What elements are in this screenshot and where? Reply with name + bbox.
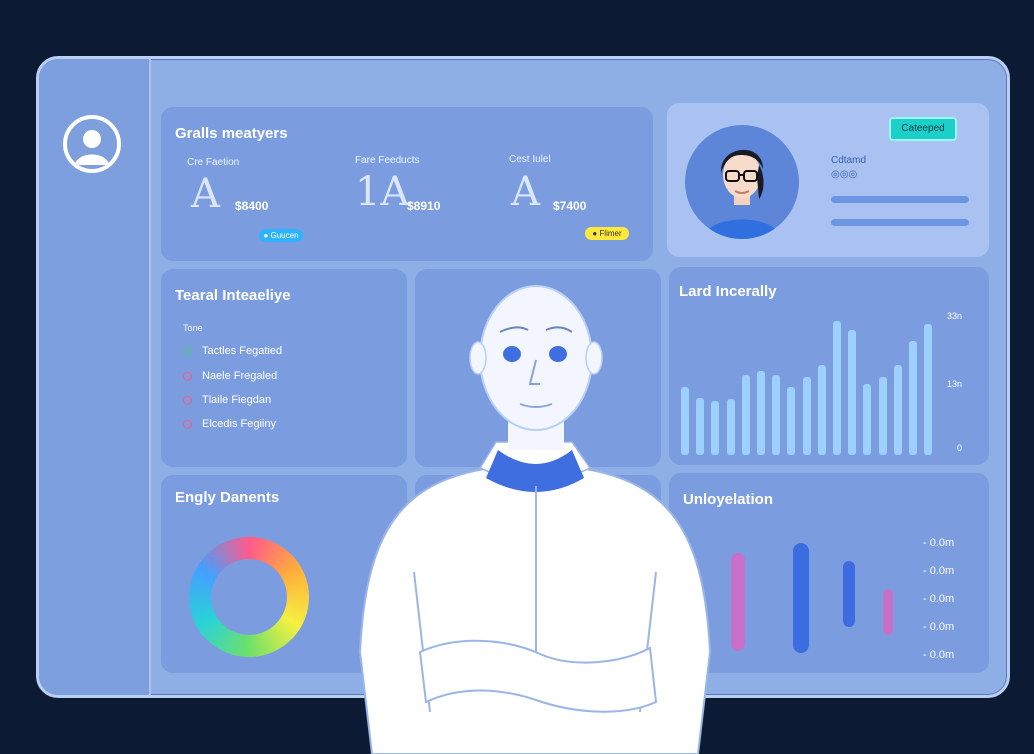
scale-label-3: - 0.0m <box>923 593 955 605</box>
metric-value-2: $8910 <box>407 199 441 213</box>
bar-mark <box>893 365 902 455</box>
profile-rating: ◎◎◎ <box>831 169 858 180</box>
donut-hole <box>211 559 287 635</box>
pill-bar-1 <box>731 553 745 651</box>
bar-mark <box>833 321 841 455</box>
inventory-item-label: Tlaile Fiegdan <box>202 394 272 406</box>
blue-pill-button[interactable]: ● Guucen <box>259 229 303 242</box>
bar-mark <box>757 371 765 455</box>
metric-value-3: $7400 <box>553 199 587 213</box>
scale-label-2: - 0.0m <box>923 565 955 577</box>
bar-mark <box>787 387 796 455</box>
metric-value-1: $8400 <box>235 199 269 213</box>
energy-title: Engly Danents <box>175 489 280 506</box>
bar-mark <box>878 377 887 455</box>
metric-glyph-1: A <box>191 171 220 217</box>
inventory-item-2[interactable]: Naele Fregaled <box>183 370 277 382</box>
y-tick-mid: 13n <box>947 379 963 389</box>
profile-portrait <box>685 125 799 239</box>
inventory-subtitle: Tone <box>183 323 203 333</box>
bar-mark <box>924 324 933 455</box>
status-dot-icon <box>183 346 192 356</box>
y-tick-zero: 0 <box>957 443 963 453</box>
sidebar <box>39 59 151 695</box>
metric-label-2: Fare Feeducts <box>355 155 420 166</box>
pill-bar-2 <box>793 543 809 653</box>
scale-label-4: - 0.0m <box>923 621 955 633</box>
metric-label-1: Cre Faetion <box>187 157 240 168</box>
scale-label-5: - 0.0m <box>923 649 955 661</box>
yellow-pill-button[interactable]: ● Flimer <box>585 227 629 240</box>
status-dot-icon <box>183 371 192 381</box>
bar-mark <box>909 341 917 455</box>
bar-mark <box>817 365 826 455</box>
metrics-title: Gralls meatyers <box>175 125 288 142</box>
pill-bar-3 <box>843 561 855 627</box>
bar-mark <box>848 330 857 455</box>
inventory-title: Tearal Inteaeliye <box>175 287 291 304</box>
inventory-item-label: Elcedis Fegiiny <box>202 418 276 430</box>
scale-label-1: - 0.0m <box>923 537 955 549</box>
user-icon <box>75 130 109 165</box>
connect-button[interactable]: Cateeped <box>889 117 957 141</box>
status-dot-icon <box>183 395 192 405</box>
profile-progress-1 <box>831 196 969 203</box>
profile-card: Cateeped Cdtamd ◎◎◎ <box>667 103 989 257</box>
presenter-figure <box>358 285 712 754</box>
bar-mark <box>772 375 781 455</box>
profile-name: Cdtamd <box>831 155 867 166</box>
metric-glyph-3: A <box>511 169 540 215</box>
metrics-card: Gralls meatyers Cre Faetion A $8400 Fare… <box>161 107 653 261</box>
status-dot-icon <box>183 419 192 429</box>
inventory-item-1[interactable]: Tactles Fegatied <box>183 345 282 357</box>
bar-mark <box>863 384 872 455</box>
metric-label-3: Cest Iulel <box>509 154 551 165</box>
pill-bar-4 <box>883 589 893 635</box>
inventory-item-3[interactable]: Tlaile Fiegdan <box>183 394 271 406</box>
profile-progress-2 <box>831 219 969 226</box>
inventory-item-label: Naele Fregaled <box>202 370 278 382</box>
bar-mark <box>802 377 811 455</box>
metric-glyph-2: 1A <box>355 169 410 215</box>
person-portrait-icon <box>703 149 781 239</box>
donut-chart <box>189 537 309 657</box>
inventory-item-4[interactable]: Elcedis Fegiiny <box>183 418 276 430</box>
inventory-item-label: Tactles Fegatied <box>202 345 283 357</box>
user-avatar[interactable] <box>63 115 121 173</box>
bar-mark <box>741 375 750 455</box>
y-tick-top: 33n <box>947 311 963 321</box>
